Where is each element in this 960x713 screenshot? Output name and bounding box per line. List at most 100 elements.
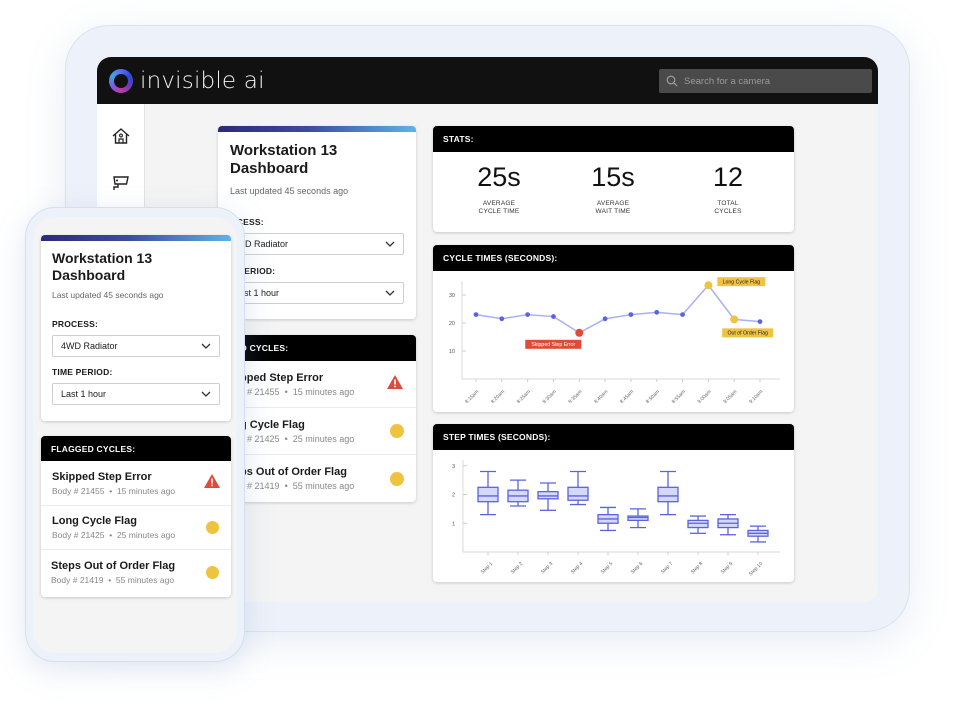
process-select[interactable]: VD Radiator xyxy=(230,233,404,255)
data-point xyxy=(551,314,556,319)
box-plot-step-7 xyxy=(657,470,679,516)
x-tick-label: Step 3 xyxy=(540,561,555,576)
x-tick-label: Step 5 xyxy=(600,561,615,576)
cycle-times-chart: 10 20 30 8:15am 8:20am 8:25am 8:30am 8:35am 8:40… xyxy=(449,277,780,405)
yellow-dot-icon xyxy=(206,566,219,579)
flagged-list: Skipped Step Error Body # 21455 • 15 min… xyxy=(41,461,231,595)
x-tick-label: 8:45am xyxy=(619,389,635,405)
x-tick-label: Step 6 xyxy=(630,561,645,576)
yellow-dot-icon xyxy=(390,471,404,486)
x-tick-label: 9:00am xyxy=(697,389,713,405)
y-tick-label: 20 xyxy=(449,321,455,327)
flag-title: Skipped Step Error xyxy=(52,470,152,483)
box-plot-step-8 xyxy=(687,515,709,534)
stat-label: AVERAGE CYCLE TIME xyxy=(478,200,520,215)
x-tick-label: Step 8 xyxy=(690,561,705,576)
stat-average-wait-time: 15s AVERAGE WAIT TIME xyxy=(563,162,663,216)
data-point xyxy=(473,312,479,317)
time-period-select[interactable]: Last 1 hour xyxy=(52,383,220,405)
x-tick-label: 9:10am xyxy=(748,389,764,405)
data-point-flagged xyxy=(730,315,739,324)
camera-icon[interactable] xyxy=(111,173,131,193)
y-tick-label: 1 xyxy=(452,521,455,527)
iqr-box xyxy=(477,486,499,503)
time-period-label: E PERIOD: xyxy=(230,266,276,276)
flagged-item[interactable]: Skipped Step Error Body # 21455 • 15 min… xyxy=(41,461,231,506)
time-period-select[interactable]: ast 1 hour xyxy=(230,282,404,304)
x-tick-label: 8:35am xyxy=(567,389,583,405)
process-label: OCESS: xyxy=(230,217,264,227)
dashboard-title-line1: Workstation 13 xyxy=(230,142,338,159)
box-plot-step-5 xyxy=(597,506,619,532)
box-plot-step-6 xyxy=(627,508,649,529)
data-point xyxy=(628,312,634,317)
flagged-item[interactable]: ps Out of Order Flag y # 21419 • 55 minu… xyxy=(218,455,416,502)
flag-title: g Cycle Flag xyxy=(240,418,305,431)
time-period-label: TIME PERIOD: xyxy=(52,367,113,377)
data-point xyxy=(499,316,505,322)
logo[interactable]: invisible ai xyxy=(109,68,265,94)
data-point xyxy=(602,316,608,322)
iqr-box xyxy=(627,515,649,522)
warning-icon xyxy=(203,473,221,494)
process-select[interactable]: 4WD Radiator xyxy=(52,335,220,357)
warning-icon xyxy=(386,374,404,395)
data-point xyxy=(757,319,763,324)
data-point-flagged xyxy=(575,328,584,337)
process-label: PROCESS: xyxy=(52,319,98,329)
flag-meta: Body # 21455 • 15 minutes ago xyxy=(52,485,176,496)
camera-search-input[interactable]: Search for a camera xyxy=(659,69,872,93)
process-value: VD Radiator xyxy=(239,239,289,249)
step-times-chart: 1 2 3 Step 1 Step 2 Step 3 Step 4 Step 5 Step 6 S… xyxy=(452,460,780,577)
top-navigation-bar: invisible ai Search for a camera xyxy=(97,57,878,104)
data-point xyxy=(525,312,531,317)
process-value: 4WD Radiator xyxy=(61,341,118,351)
stat-label: TOTAL CYCLES xyxy=(714,200,742,215)
flagged-item[interactable]: Steps Out of Order Flag Body # 21419 • 5… xyxy=(41,550,231,595)
flag-meta: Body # 21419 • 55 minutes ago xyxy=(51,575,175,585)
flagged-cycles-card: GED CYCLES: pped Step Error y # 21455 • … xyxy=(218,335,416,502)
stats-header: STATS: xyxy=(433,126,794,152)
dashboard-title-line2: Dashboard xyxy=(230,160,309,177)
data-point-flagged xyxy=(704,281,713,290)
flag-title: Long Cycle Flag xyxy=(52,515,137,527)
chevron-down-icon xyxy=(385,241,395,247)
stats-card: STATS: 25s AVERAGE CYCLE TIME 15s AVERAGE… xyxy=(433,126,794,232)
y-tick-label: 10 xyxy=(449,349,455,355)
search-placeholder: Search for a camera xyxy=(684,75,771,87)
flag-title: Steps Out of Order Flag xyxy=(51,560,176,572)
x-tick-label: Step 1 xyxy=(480,561,495,576)
x-tick-label: 8:15am xyxy=(464,389,480,405)
flagged-item[interactable]: Long Cycle Flag Body # 21425 • 25 minute… xyxy=(41,506,231,550)
step-times-card: STEP TIMES (SECONDS): 1 2 3 Step 1 Step 2 Ste… xyxy=(433,424,794,582)
y-tick-label: 30 xyxy=(449,293,455,299)
phone-screen: Workstation 13 Dashboard Last updated 45… xyxy=(33,217,237,653)
step-times-header: STEP TIMES (SECONDS): xyxy=(433,424,794,450)
cycle-times-header: CYCLE TIMES (SECONDS): xyxy=(433,245,794,271)
chevron-down-icon xyxy=(385,290,395,296)
stat-value: 12 xyxy=(712,162,744,192)
flagged-item[interactable]: pped Step Error y # 21455 • 15 minutes a… xyxy=(218,361,416,408)
time-period-value: Last 1 hour xyxy=(61,389,107,399)
cycle-times-card: CYCLE TIMES (SECONDS): 10 20 30 8:15am 8:20a… xyxy=(433,245,794,412)
iqr-box xyxy=(537,490,559,500)
brand-name: invisible ai xyxy=(140,67,265,94)
last-updated-text: Last updated 45 seconds ago xyxy=(52,290,164,300)
stat-average-cycle-time: 25s AVERAGE CYCLE TIME xyxy=(449,162,549,216)
flagged-cycles-header: GED CYCLES: xyxy=(218,335,416,361)
yellow-dot-icon xyxy=(390,424,404,438)
flag-meta: y # 21425 • 25 minutes ago xyxy=(240,433,355,444)
last-updated-text: Last updated 45 seconds ago xyxy=(230,186,349,196)
flagged-item[interactable]: g Cycle Flag y # 21425 • 25 minutes ago xyxy=(218,408,416,455)
annotation-label: Out of Order Flag xyxy=(727,331,767,337)
data-point xyxy=(680,312,685,317)
logo-ring-icon xyxy=(109,68,133,93)
stat-label: AVERAGE WAIT TIME xyxy=(595,200,631,215)
iqr-box xyxy=(567,486,589,501)
x-tick-label: 8:50am xyxy=(645,389,661,405)
stat-value: 25s xyxy=(477,162,521,192)
search-icon xyxy=(666,75,678,87)
y-tick-label: 2 xyxy=(452,493,455,499)
home-icon[interactable] xyxy=(111,126,131,146)
box-plot-step-10 xyxy=(747,525,769,543)
